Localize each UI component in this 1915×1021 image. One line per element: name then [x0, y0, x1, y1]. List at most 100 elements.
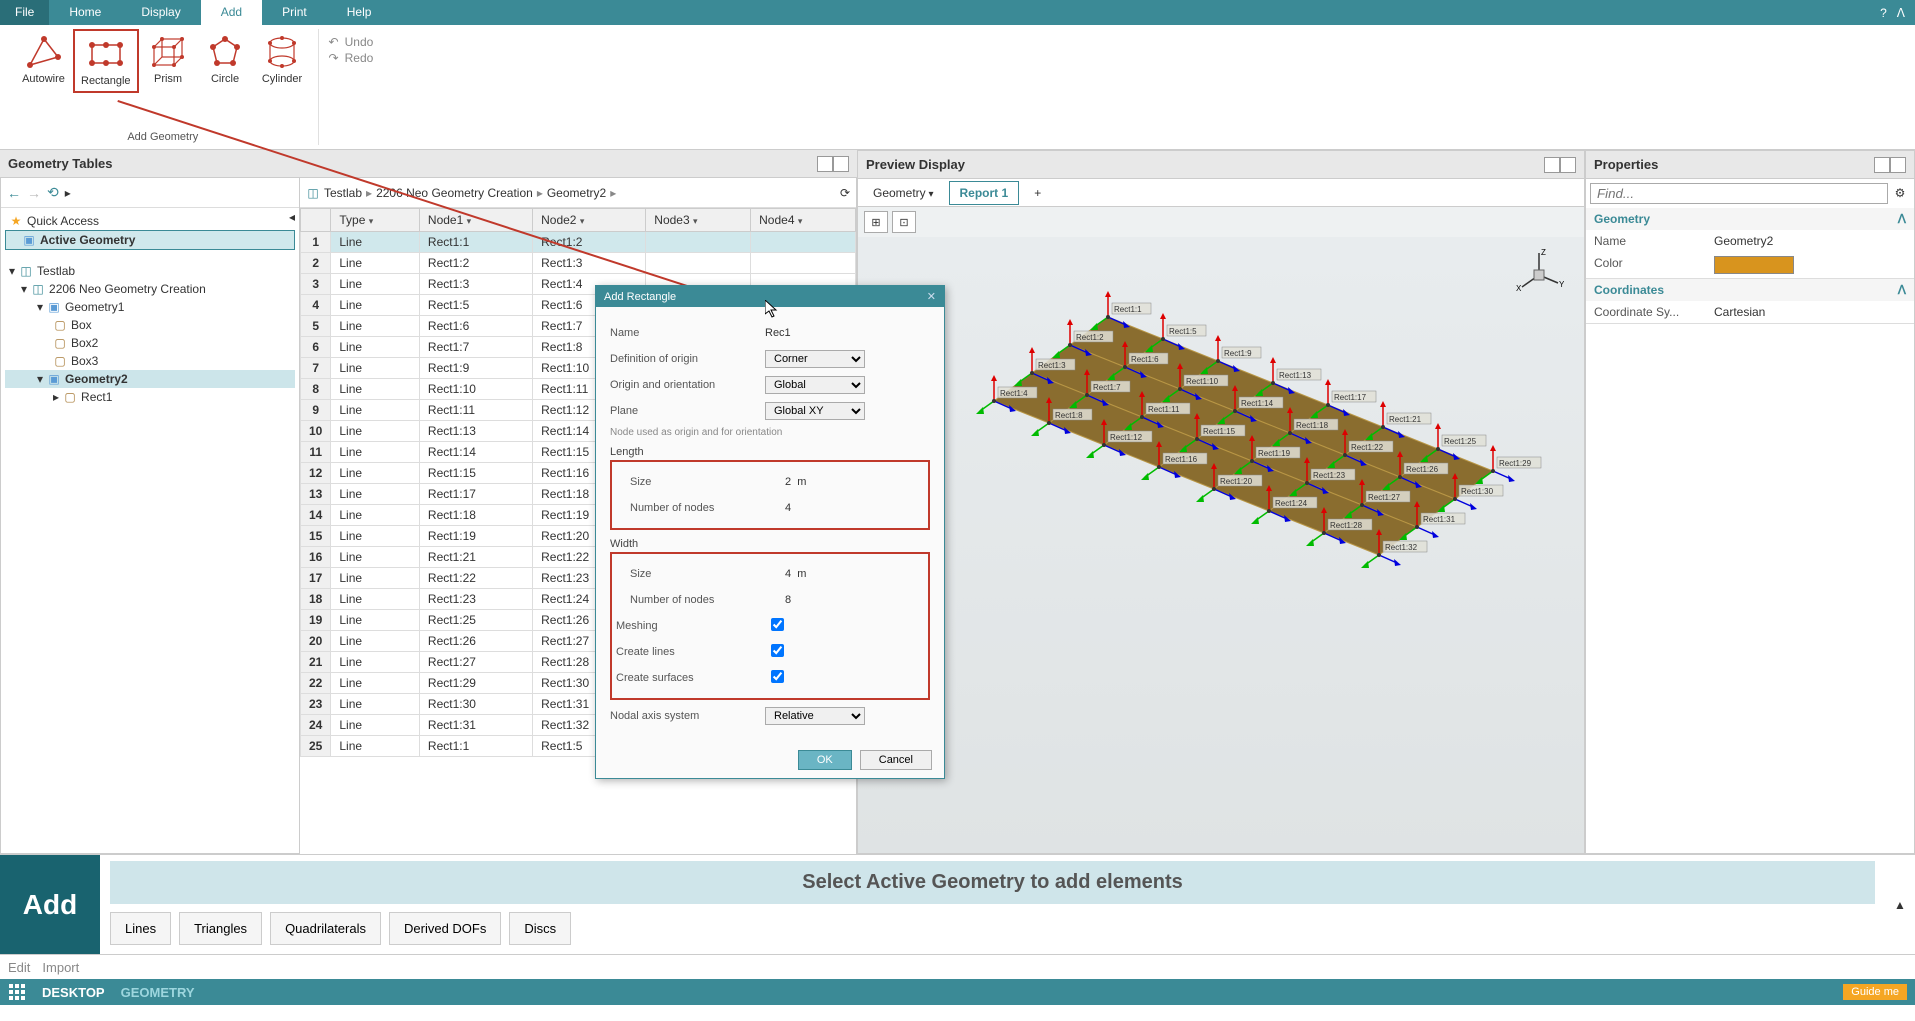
- view-split-icon[interactable]: [1544, 157, 1560, 173]
- btn-discs[interactable]: Discs: [509, 912, 571, 945]
- menu-add[interactable]: Add: [201, 0, 262, 25]
- btn-triangles[interactable]: Triangles: [179, 912, 262, 945]
- nav-back[interactable]: ←: [7, 185, 21, 201]
- nav-history[interactable]: ⟲: [47, 184, 59, 201]
- collapse-ribbon-icon[interactable]: ᐱ: [1897, 6, 1905, 20]
- ribbon-autowire[interactable]: Autowire: [16, 29, 71, 93]
- prop-coord-value[interactable]: Cartesian: [1714, 305, 1906, 319]
- dlg-name-value[interactable]: Rec1: [765, 327, 930, 339]
- dlg-length-nodes[interactable]: 4: [785, 502, 924, 514]
- add-tab-button[interactable]: +: [1023, 181, 1052, 205]
- cube-icon: ▣: [22, 233, 36, 247]
- mode-geometry[interactable]: GEOMETRY: [121, 985, 195, 1000]
- svg-text:Rect1:18: Rect1:18: [1296, 421, 1329, 430]
- prop-name-value[interactable]: Geometry2: [1714, 234, 1906, 248]
- tree-geometry1[interactable]: ▾▣Geometry1: [5, 298, 295, 316]
- props-section-geometry[interactable]: Geometryᐱ: [1586, 208, 1914, 230]
- table-header[interactable]: Node1 ▾: [419, 209, 532, 232]
- apps-icon[interactable]: [8, 983, 26, 1001]
- view-single-icon[interactable]: [1890, 157, 1906, 173]
- undo-icon: ↶: [329, 35, 339, 49]
- preview-tab-geometry[interactable]: Geometry: [862, 181, 945, 205]
- preview-tab-report[interactable]: Report 1: [949, 181, 1020, 205]
- ribbon-rectangle[interactable]: Rectangle: [73, 29, 139, 93]
- dialog-titlebar[interactable]: Add Rectangle ✕: [596, 286, 944, 307]
- ok-button[interactable]: OK: [798, 750, 852, 770]
- ribbon-prism[interactable]: Prism: [141, 29, 196, 93]
- close-icon[interactable]: ✕: [927, 290, 936, 303]
- tree-project[interactable]: ▾◫2206 Neo Geometry Creation: [5, 280, 295, 298]
- table-header[interactable]: Node2 ▾: [533, 209, 646, 232]
- guide-me-button[interactable]: Guide me: [1843, 984, 1907, 1000]
- help-icon[interactable]: ?: [1880, 6, 1887, 20]
- dlg-meshing-check[interactable]: [771, 618, 784, 631]
- menu-home[interactable]: Home: [49, 0, 121, 25]
- tree-geometry2[interactable]: ▾▣Geometry2: [5, 370, 295, 388]
- menu-print[interactable]: Print: [262, 0, 327, 25]
- tree-quick-access[interactable]: ★Quick Access: [5, 212, 295, 230]
- props-section-coords[interactable]: Coordinatesᐱ: [1586, 279, 1914, 301]
- table-row[interactable]: 2LineRect1:2Rect1:3: [301, 253, 856, 274]
- menu-help[interactable]: Help: [327, 0, 392, 25]
- tree-box1[interactable]: ▢Box: [5, 316, 295, 334]
- redo-button[interactable]: ↷Redo: [329, 51, 374, 65]
- tree-collapse-icon[interactable]: ◂: [289, 210, 295, 224]
- gear-icon[interactable]: ⚙: [1890, 183, 1910, 203]
- cylinder-icon: [264, 35, 300, 69]
- breadcrumb-root[interactable]: Testlab: [324, 186, 362, 200]
- menu-display[interactable]: Display: [121, 0, 200, 25]
- dlg-width-nodes[interactable]: 8: [785, 594, 924, 606]
- toolbar-btn-2[interactable]: ⊡: [892, 211, 916, 233]
- btn-dofs[interactable]: Derived DOFs: [389, 912, 501, 945]
- tree-rect1[interactable]: ▸▢Rect1: [5, 388, 295, 406]
- svg-text:Rect1:26: Rect1:26: [1406, 465, 1439, 474]
- prism-icon: [150, 35, 186, 69]
- breadcrumb-project[interactable]: 2206 Neo Geometry Creation: [376, 186, 533, 200]
- toolbar-btn-1[interactable]: ⊞: [864, 211, 888, 233]
- view-split-icon[interactable]: [1874, 157, 1890, 173]
- dlg-definition-select[interactable]: Corner: [765, 350, 865, 368]
- svg-text:Rect1:7: Rect1:7: [1093, 383, 1121, 392]
- cancel-button[interactable]: Cancel: [860, 750, 932, 770]
- ribbon-circle[interactable]: Circle: [198, 29, 253, 93]
- dlg-origin-select[interactable]: Global: [765, 376, 865, 394]
- expand-up-icon[interactable]: ▲: [1894, 898, 1906, 912]
- bottom-tab-edit[interactable]: Edit: [8, 960, 30, 975]
- view-split-icon[interactable]: [817, 156, 833, 172]
- refresh-icon[interactable]: ⟳: [840, 186, 850, 200]
- view-single-icon[interactable]: [1560, 157, 1576, 173]
- dlg-surfaces-check[interactable]: [771, 670, 784, 683]
- menu-file[interactable]: File: [0, 0, 49, 25]
- props-search-input[interactable]: [1590, 183, 1888, 204]
- dlg-lines-check[interactable]: [771, 644, 784, 657]
- view-single-icon[interactable]: [833, 156, 849, 172]
- tree-box2[interactable]: ▢Box2: [5, 334, 295, 352]
- svg-text:Rect1:3: Rect1:3: [1038, 361, 1066, 370]
- dlg-width-size[interactable]: 4: [785, 568, 791, 580]
- box-icon: ▢: [63, 390, 77, 404]
- ribbon-cylinder[interactable]: Cylinder: [255, 29, 310, 93]
- btn-quads[interactable]: Quadrilaterals: [270, 912, 381, 945]
- preview-3d-viewport[interactable]: Z X Y Rect1:1Rect1:2Rect1:3Rect1:4Rect1:…: [858, 237, 1584, 853]
- tree-active-geometry[interactable]: ▣Active Geometry: [5, 230, 295, 250]
- table-header[interactable]: Node3 ▾: [646, 209, 751, 232]
- btn-lines[interactable]: Lines: [110, 912, 171, 945]
- dlg-plane-select[interactable]: Global XY: [765, 402, 865, 420]
- redo-icon: ↷: [329, 51, 339, 65]
- breadcrumb-geometry[interactable]: Geometry2: [547, 186, 606, 200]
- prop-color-swatch[interactable]: [1714, 256, 1794, 274]
- dlg-axis-select[interactable]: Relative: [765, 707, 865, 725]
- svg-text:Rect1:24: Rect1:24: [1275, 499, 1308, 508]
- star-icon: ★: [9, 214, 23, 228]
- table-header[interactable]: Node4 ▾: [751, 209, 856, 232]
- dlg-length-size[interactable]: 2: [785, 476, 791, 488]
- tree-box3[interactable]: ▢Box3: [5, 352, 295, 370]
- mode-desktop[interactable]: DESKTOP: [42, 985, 105, 1000]
- project-icon: ◫: [31, 282, 45, 296]
- nav-forward[interactable]: →: [27, 185, 41, 201]
- tree-testlab[interactable]: ▾◫Testlab: [5, 262, 295, 280]
- undo-button[interactable]: ↶Undo: [329, 35, 374, 49]
- table-row[interactable]: 1LineRect1:1Rect1:2: [301, 232, 856, 253]
- bottom-tab-import[interactable]: Import: [42, 960, 79, 975]
- table-header[interactable]: Type ▾: [331, 209, 420, 232]
